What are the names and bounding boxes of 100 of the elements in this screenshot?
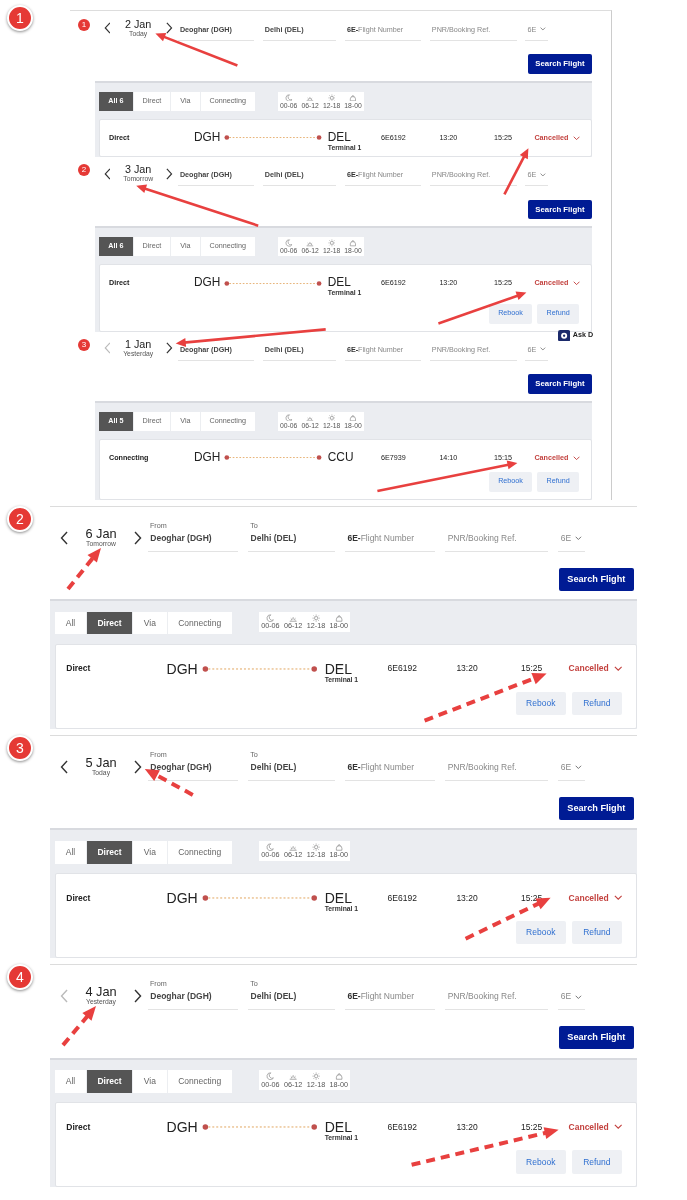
caret-down-icon bbox=[572, 281, 580, 286]
filter-tab[interactable]: All bbox=[55, 611, 87, 635]
flight-number-text: 6E6192 bbox=[387, 1121, 417, 1132]
airline-dropdown[interactable]: 6E bbox=[558, 759, 586, 781]
search-flight-button[interactable]: Search Flight bbox=[558, 797, 634, 820]
origin-code-text: DGH bbox=[193, 132, 221, 144]
chevron-down-icon bbox=[575, 765, 583, 770]
date-text: 6 Jan bbox=[85, 527, 117, 541]
sun-icon bbox=[327, 413, 336, 422]
filter-tab[interactable]: Via bbox=[133, 611, 168, 635]
chevron-down-icon bbox=[540, 347, 546, 352]
airline-dropdown[interactable]: 6E bbox=[558, 529, 586, 552]
airline-dropdown[interactable]: 6E bbox=[558, 988, 586, 1010]
step-marker: 3 bbox=[7, 735, 33, 762]
filter-tab[interactable]: Via bbox=[133, 840, 168, 864]
departure-time-text: 13:20 bbox=[456, 663, 478, 674]
departure-time-text: 13:20 bbox=[456, 892, 478, 903]
date-text: 1 Jan bbox=[125, 339, 152, 350]
action-button[interactable]: Refund bbox=[571, 920, 622, 945]
filter-tab[interactable]: Connecting bbox=[167, 1069, 232, 1093]
sun-icon bbox=[311, 613, 321, 622]
status-dropdown[interactable]: Cancelled bbox=[568, 892, 623, 903]
dome-icon bbox=[349, 413, 357, 422]
arrival-time-text: 15:25 bbox=[521, 663, 543, 674]
date-text: 3 Jan bbox=[125, 164, 152, 176]
destination-code-text: CCU bbox=[327, 452, 354, 464]
booking-reference-field[interactable]: PNR/Booking Ref. bbox=[445, 759, 548, 781]
flight-type-text: Direct bbox=[66, 663, 91, 674]
to-field[interactable]: Delhi (DEL) bbox=[248, 529, 335, 552]
flight-type-text: Direct bbox=[66, 892, 91, 903]
moon-icon bbox=[266, 842, 275, 852]
step-marker: 2 bbox=[78, 164, 90, 177]
arrival-time-text: 15:25 bbox=[521, 1121, 543, 1132]
chevron-right-icon[interactable] bbox=[133, 989, 142, 1004]
status-dropdown[interactable]: Cancelled bbox=[568, 663, 623, 674]
flight-number-field[interactable]: 6E-Flight Number bbox=[344, 759, 435, 781]
flight-type-text: Direct bbox=[66, 1121, 91, 1132]
moon-icon bbox=[266, 613, 275, 622]
moon-icon bbox=[284, 238, 293, 247]
action-button[interactable]: Rebook bbox=[515, 920, 566, 945]
dome-icon bbox=[334, 613, 343, 622]
dome-icon bbox=[349, 93, 357, 102]
booking-reference-field[interactable]: PNR/Booking Ref. bbox=[445, 988, 548, 1010]
caret-down-icon bbox=[613, 666, 623, 672]
chevron-left-icon[interactable] bbox=[103, 22, 111, 35]
action-button[interactable]: Refund bbox=[571, 691, 622, 716]
caret-down-icon bbox=[572, 455, 580, 461]
caret-down-icon bbox=[572, 135, 580, 141]
flight-number-text: 6E6192 bbox=[387, 663, 417, 674]
date-text: 4 Jan bbox=[85, 985, 117, 999]
dome-icon bbox=[349, 238, 357, 247]
filter-tab[interactable]: All bbox=[55, 840, 87, 864]
filter-tab[interactable]: Via bbox=[133, 1069, 168, 1093]
chevron-left-icon[interactable] bbox=[103, 167, 111, 180]
moon-icon bbox=[266, 1071, 275, 1081]
chevron-left-icon[interactable] bbox=[60, 530, 69, 545]
chevron-left-icon[interactable] bbox=[60, 759, 69, 774]
status-dropdown[interactable]: Cancelled bbox=[568, 1121, 623, 1132]
search-flight-button[interactable]: Search Flight bbox=[558, 567, 634, 591]
origin-code-text: DGH bbox=[193, 452, 221, 464]
flight-number-field[interactable]: 6E-Flight Number bbox=[344, 529, 435, 552]
dome-icon bbox=[334, 842, 343, 852]
chevron-right-icon[interactable] bbox=[133, 759, 142, 774]
destination-code-text: DEL bbox=[324, 1119, 352, 1134]
chevron-right-icon[interactable] bbox=[133, 530, 142, 545]
from-field[interactable]: Deoghar (DGH) bbox=[147, 988, 238, 1010]
to-field[interactable]: Delhi (DEL) bbox=[248, 759, 335, 781]
flight-number-text: 6E6192 bbox=[387, 892, 417, 903]
action-button[interactable]: Refund bbox=[571, 1149, 622, 1174]
step-marker: 1 bbox=[78, 19, 90, 31]
origin-code-text: DGH bbox=[166, 890, 198, 905]
sun-icon bbox=[311, 842, 321, 852]
filter-tab[interactable]: All bbox=[55, 1069, 87, 1093]
moon-icon bbox=[284, 413, 293, 422]
search-flight-button[interactable]: Search Flight bbox=[558, 1026, 634, 1050]
chevron-down-icon bbox=[540, 172, 546, 177]
chevron-right-icon[interactable] bbox=[165, 22, 173, 35]
chevron-right-icon[interactable] bbox=[165, 167, 173, 180]
origin-code-text: DGH bbox=[193, 277, 221, 290]
step-marker: 2 bbox=[7, 505, 33, 532]
flight-number-field[interactable]: 6E-Flight Number bbox=[344, 988, 435, 1010]
filter-tab[interactable]: Connecting bbox=[167, 840, 232, 864]
date-text: 5 Jan bbox=[85, 756, 117, 770]
destination-code-text: DEL bbox=[327, 132, 351, 144]
step-marker: 3 bbox=[78, 339, 90, 351]
chevron-right-icon[interactable] bbox=[165, 342, 173, 355]
from-field[interactable]: Deoghar (DGH) bbox=[147, 529, 238, 552]
origin-code-text: DGH bbox=[166, 661, 198, 676]
action-button[interactable]: Rebook bbox=[515, 691, 566, 716]
booking-reference-field[interactable]: PNR/Booking Ref. bbox=[445, 529, 548, 552]
filter-tab[interactable]: Direct bbox=[86, 611, 134, 635]
destination-code-text: DEL bbox=[324, 661, 352, 676]
filter-tab[interactable]: Direct bbox=[86, 1069, 134, 1093]
to-field[interactable]: Delhi (DEL) bbox=[248, 988, 335, 1010]
action-button[interactable]: Rebook bbox=[515, 1149, 566, 1174]
origin-code-text: DGH bbox=[166, 1119, 198, 1134]
filter-tab[interactable]: Connecting bbox=[167, 611, 232, 635]
sun-icon bbox=[311, 1071, 321, 1081]
filter-tab[interactable]: Direct bbox=[86, 840, 134, 864]
departure-time-text: 13:20 bbox=[456, 1121, 478, 1132]
